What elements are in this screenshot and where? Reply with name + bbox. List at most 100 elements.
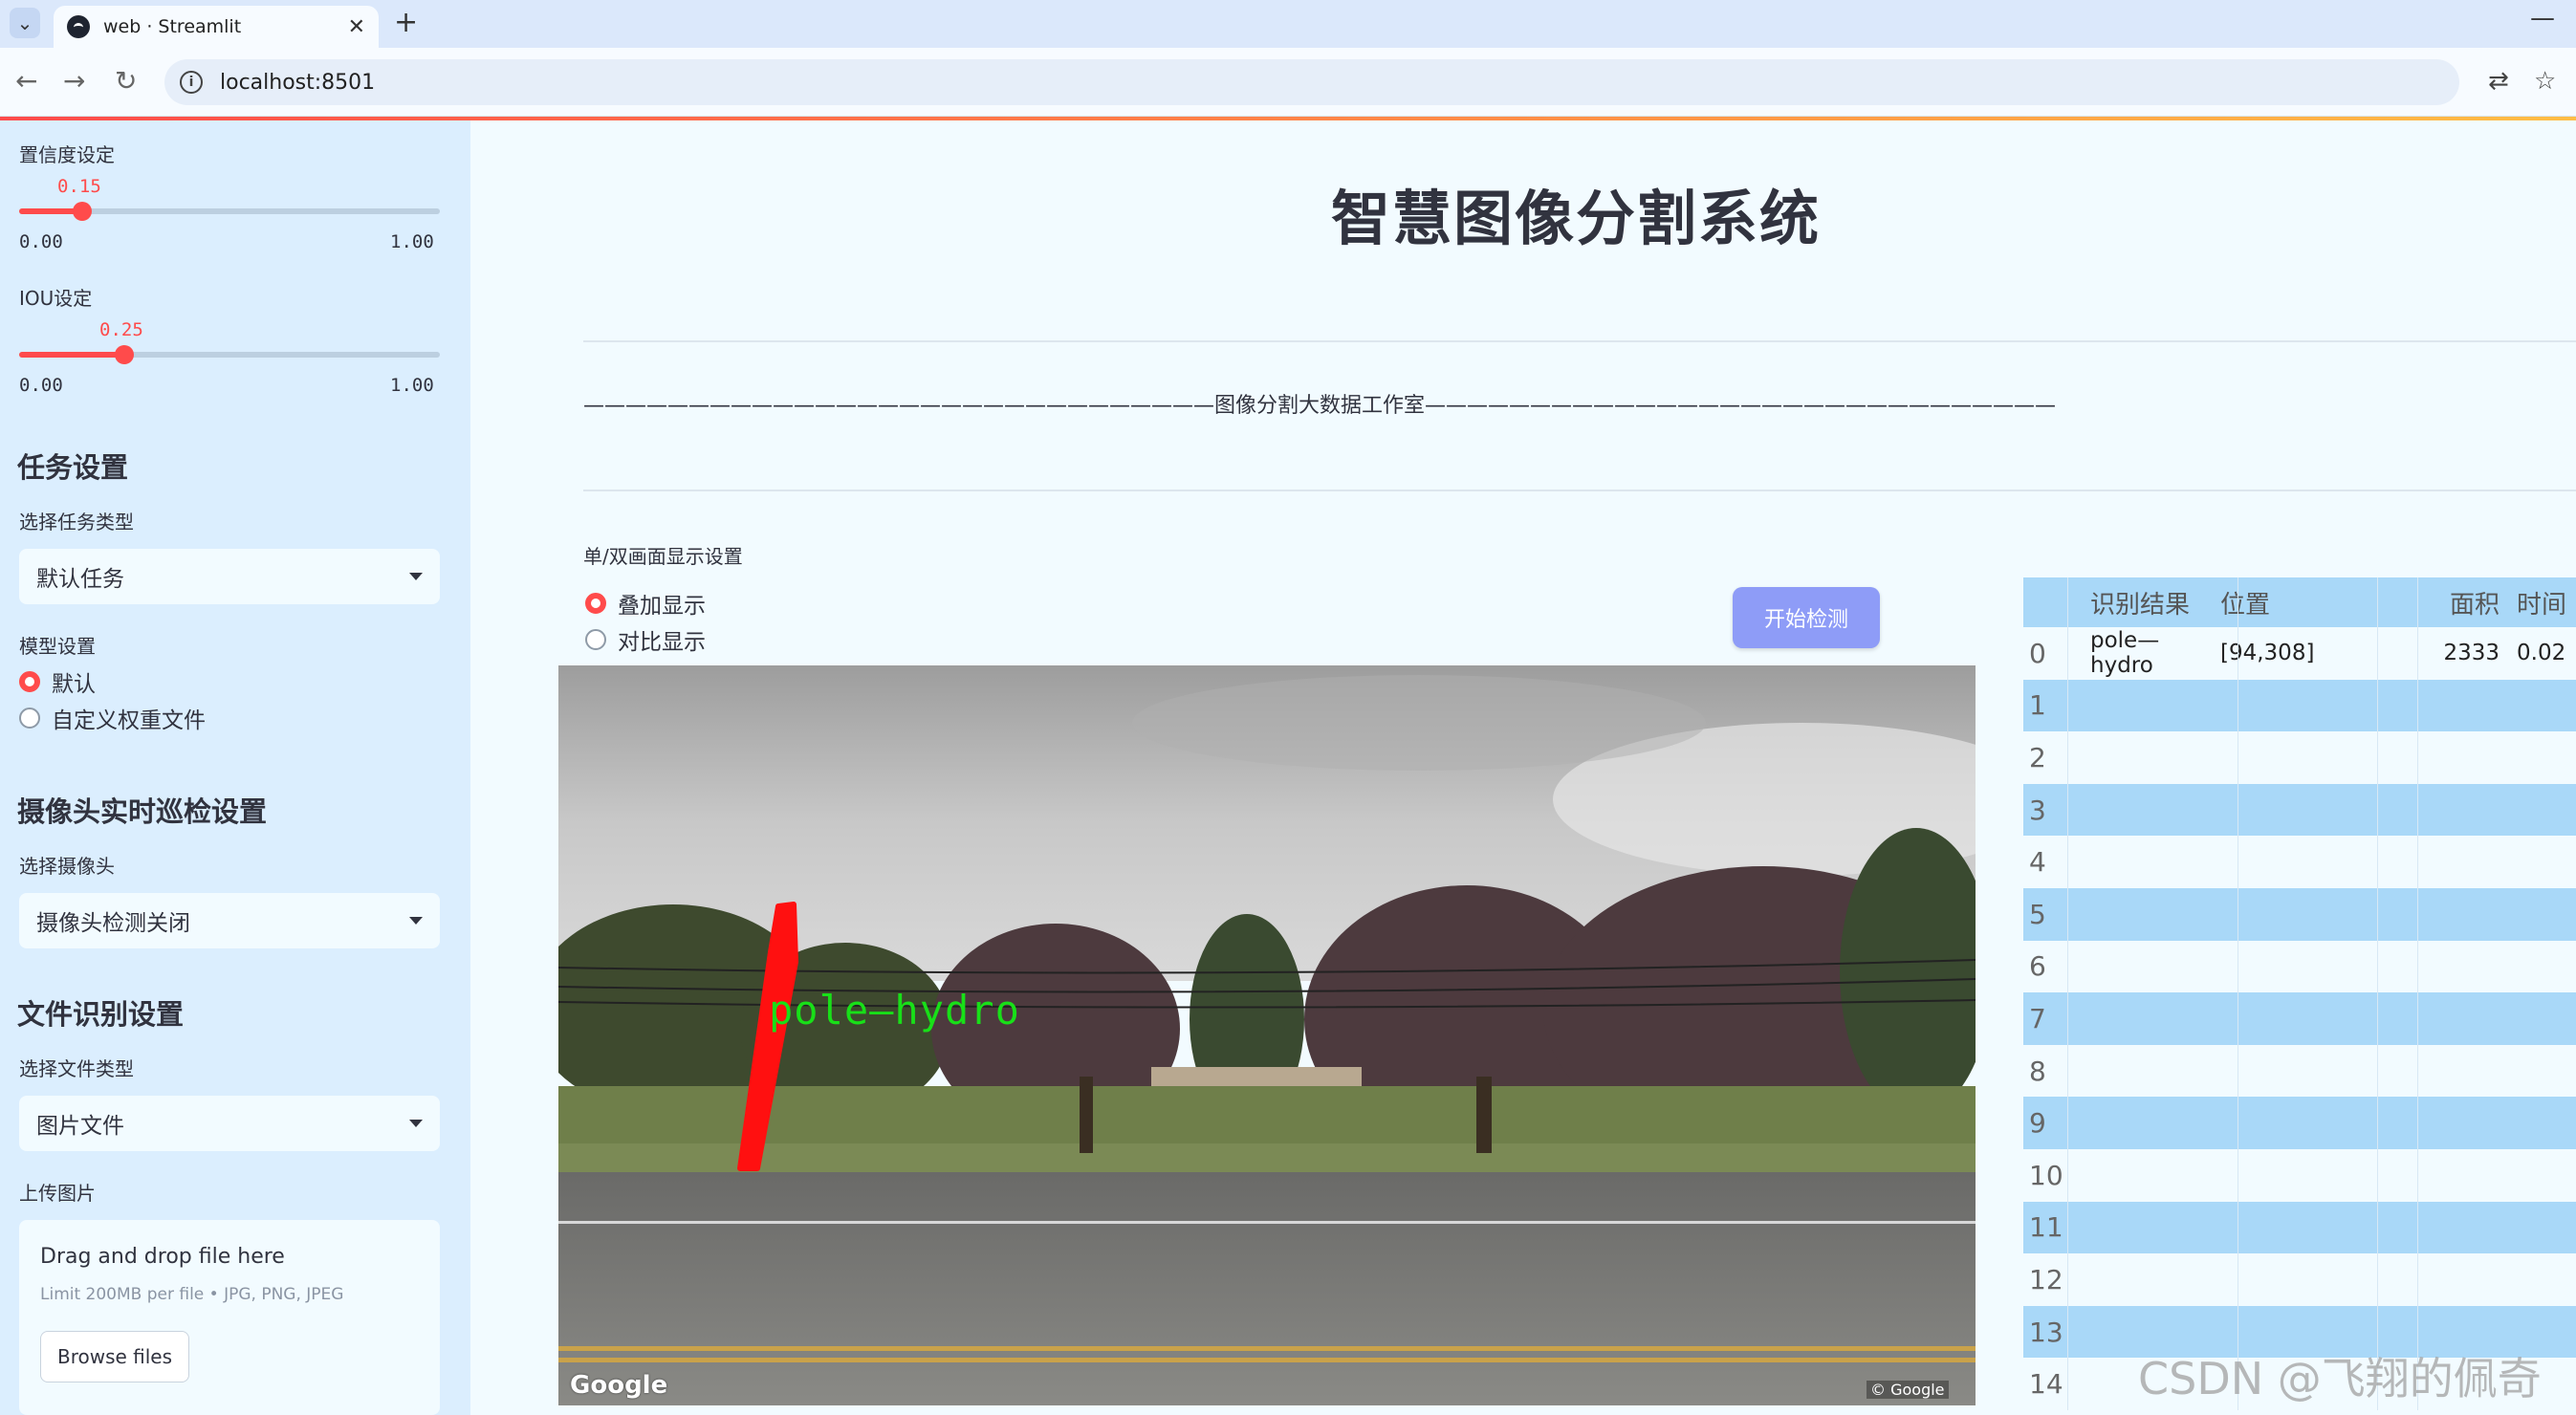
table-row[interactable]: 12 bbox=[2023, 1253, 2576, 1306]
row-index: 5 bbox=[2029, 898, 2046, 930]
dropzone-text: Drag and drop file here bbox=[40, 1245, 285, 1269]
iou-value: 0.25 bbox=[99, 319, 143, 340]
table-row[interactable]: 7 bbox=[2023, 992, 2576, 1045]
table-row[interactable]: 3 bbox=[2023, 783, 2576, 837]
radio-unselected-icon[interactable] bbox=[585, 629, 606, 650]
translate-icon[interactable]: ⇄ bbox=[2488, 67, 2509, 96]
cell-position: [94,308] bbox=[2220, 641, 2315, 666]
radio-selected-icon[interactable] bbox=[585, 593, 606, 614]
row-index: 11 bbox=[2029, 1211, 2063, 1244]
display-option-overlay[interactable]: 叠加显示 bbox=[585, 587, 706, 620]
model-option-default[interactable]: 默认 bbox=[19, 665, 96, 698]
camera-select[interactable]: 摄像头检测关闭 bbox=[19, 893, 440, 948]
confidence-slider-thumb[interactable] bbox=[73, 202, 92, 221]
row-index: 6 bbox=[2029, 950, 2046, 983]
sidebar: 置信度设定 0.15 0.00 1.00 IOU设定 0.25 0.00 1.0… bbox=[0, 120, 470, 1415]
column-header-position[interactable]: 位置 bbox=[2199, 585, 2438, 620]
column-header-result[interactable]: 识别结果 bbox=[2067, 585, 2199, 620]
browser-tab-bar: ⌄ web · Streamlit ✕ + — bbox=[0, 0, 2576, 48]
task-type-select[interactable]: 默认任务 bbox=[19, 549, 440, 604]
task-settings-header: 任务设置 bbox=[17, 451, 129, 484]
divider-top bbox=[583, 340, 2576, 342]
model-settings-label: 模型设置 bbox=[19, 635, 96, 658]
iou-max: 1.00 bbox=[390, 375, 434, 396]
start-detection-button[interactable]: 开始检测 bbox=[1733, 587, 1880, 648]
display-option-label: 对比显示 bbox=[618, 630, 706, 655]
cell-time: 0.02 bbox=[2517, 641, 2566, 666]
tab-search-chevron-icon[interactable]: ⌄ bbox=[10, 8, 40, 38]
studio-banner: ——————————————————————————————图像分割大数据工作室… bbox=[583, 394, 2057, 418]
new-tab-plus-icon[interactable]: + bbox=[394, 6, 418, 39]
camera-select-value: 摄像头检测关闭 bbox=[36, 911, 190, 936]
bookmark-star-icon[interactable]: ☆ bbox=[2534, 67, 2556, 96]
iou-slider-thumb[interactable] bbox=[115, 345, 134, 364]
row-index: 7 bbox=[2029, 1002, 2046, 1034]
confidence-min: 0.00 bbox=[19, 231, 63, 252]
row-index: 14 bbox=[2029, 1368, 2063, 1401]
table-row[interactable]: 0 pole—hydro [94,308] 2333 0.02 bbox=[2023, 627, 2576, 680]
chevron-down-icon bbox=[409, 917, 423, 925]
table-row[interactable]: 6 bbox=[2023, 940, 2576, 993]
forward-arrow-icon[interactable]: → bbox=[63, 65, 85, 97]
row-index: 3 bbox=[2029, 794, 2046, 826]
iou-slider-fill bbox=[19, 352, 124, 358]
table-row[interactable]: 4 bbox=[2023, 836, 2576, 888]
file-type-value: 图片文件 bbox=[36, 1114, 124, 1139]
cell-area: 2333 bbox=[2443, 641, 2500, 666]
column-header-time[interactable]: 时间 bbox=[2507, 585, 2576, 620]
model-option-custom[interactable]: 自定义权重文件 bbox=[19, 702, 206, 734]
divider-bottom bbox=[583, 490, 2576, 491]
table-row[interactable]: 2 bbox=[2023, 731, 2576, 784]
row-index: 1 bbox=[2029, 689, 2046, 722]
table-body: 0 pole—hydro [94,308] 2333 0.02 1 2 3 4 5 6 7 8 9 10 11… bbox=[2023, 627, 2576, 1410]
iou-label: IOU设定 bbox=[19, 287, 93, 310]
confidence-value: 0.15 bbox=[57, 176, 101, 197]
back-arrow-icon[interactable]: ← bbox=[15, 65, 37, 97]
google-copyright: © Google bbox=[1867, 1381, 1949, 1399]
row-index: 2 bbox=[2029, 741, 2046, 773]
row-index: 8 bbox=[2029, 1055, 2046, 1087]
row-index: 9 bbox=[2029, 1107, 2046, 1140]
results-table[interactable]: 识别结果 位置 面积 时间 0 pole—hydro [94,308] 2333 0.0… bbox=[2023, 577, 2576, 1410]
table-row[interactable]: 8 bbox=[2023, 1044, 2576, 1098]
detection-result-image: pole—hydro Google © Google bbox=[558, 665, 1976, 1405]
row-index: 13 bbox=[2029, 1316, 2063, 1348]
url-field[interactable]: i localhost:8501 bbox=[164, 59, 2459, 105]
table-row[interactable]: 1 bbox=[2023, 679, 2576, 732]
confidence-max: 1.00 bbox=[390, 231, 434, 252]
confidence-slider[interactable] bbox=[19, 202, 440, 221]
table-row[interactable]: 9 bbox=[2023, 1097, 2576, 1149]
column-divider bbox=[2067, 577, 2068, 1410]
close-tab-icon[interactable]: ✕ bbox=[348, 15, 365, 39]
table-row[interactable]: 5 bbox=[2023, 887, 2576, 941]
task-type-label: 选择任务类型 bbox=[19, 511, 134, 533]
chevron-down-icon bbox=[409, 1120, 423, 1127]
table-row[interactable]: 10 bbox=[2023, 1148, 2576, 1202]
radio-unselected-icon[interactable] bbox=[19, 708, 40, 729]
camera-select-label: 选择摄像头 bbox=[19, 855, 115, 878]
column-header-area[interactable]: 面积 bbox=[2438, 585, 2507, 620]
browser-tab[interactable]: web · Streamlit ✕ bbox=[54, 6, 379, 48]
model-option-label: 默认 bbox=[52, 672, 96, 697]
column-divider bbox=[2377, 577, 2378, 1410]
iou-slider[interactable] bbox=[19, 345, 440, 364]
file-uploader-dropzone[interactable]: Drag and drop file here Limit 200MB per … bbox=[19, 1220, 440, 1415]
streamlit-favicon-icon bbox=[67, 15, 90, 38]
detection-label: pole—hydro bbox=[769, 987, 1020, 1034]
table-row[interactable]: 11 bbox=[2023, 1201, 2576, 1254]
upload-image-label: 上传图片 bbox=[19, 1182, 96, 1205]
address-bar-row: ← → ↻ i localhost:8501 ⇄ ☆ bbox=[0, 48, 2576, 117]
page-title: 智慧图像分割系统 bbox=[1331, 184, 1822, 253]
file-settings-header: 文件识别设置 bbox=[17, 998, 185, 1031]
browse-files-button[interactable]: Browse files bbox=[40, 1331, 189, 1382]
radio-selected-icon[interactable] bbox=[19, 671, 40, 692]
confidence-label: 置信度设定 bbox=[19, 143, 115, 166]
file-type-select[interactable]: 图片文件 bbox=[19, 1096, 440, 1151]
site-info-icon[interactable]: i bbox=[180, 71, 203, 94]
tab-title: web · Streamlit bbox=[103, 16, 242, 37]
reload-icon[interactable]: ↻ bbox=[115, 65, 137, 97]
minimize-window-icon[interactable]: — bbox=[2530, 4, 2555, 33]
display-option-compare[interactable]: 对比显示 bbox=[585, 623, 706, 656]
column-divider bbox=[2417, 577, 2418, 1410]
chevron-down-icon bbox=[409, 573, 423, 580]
